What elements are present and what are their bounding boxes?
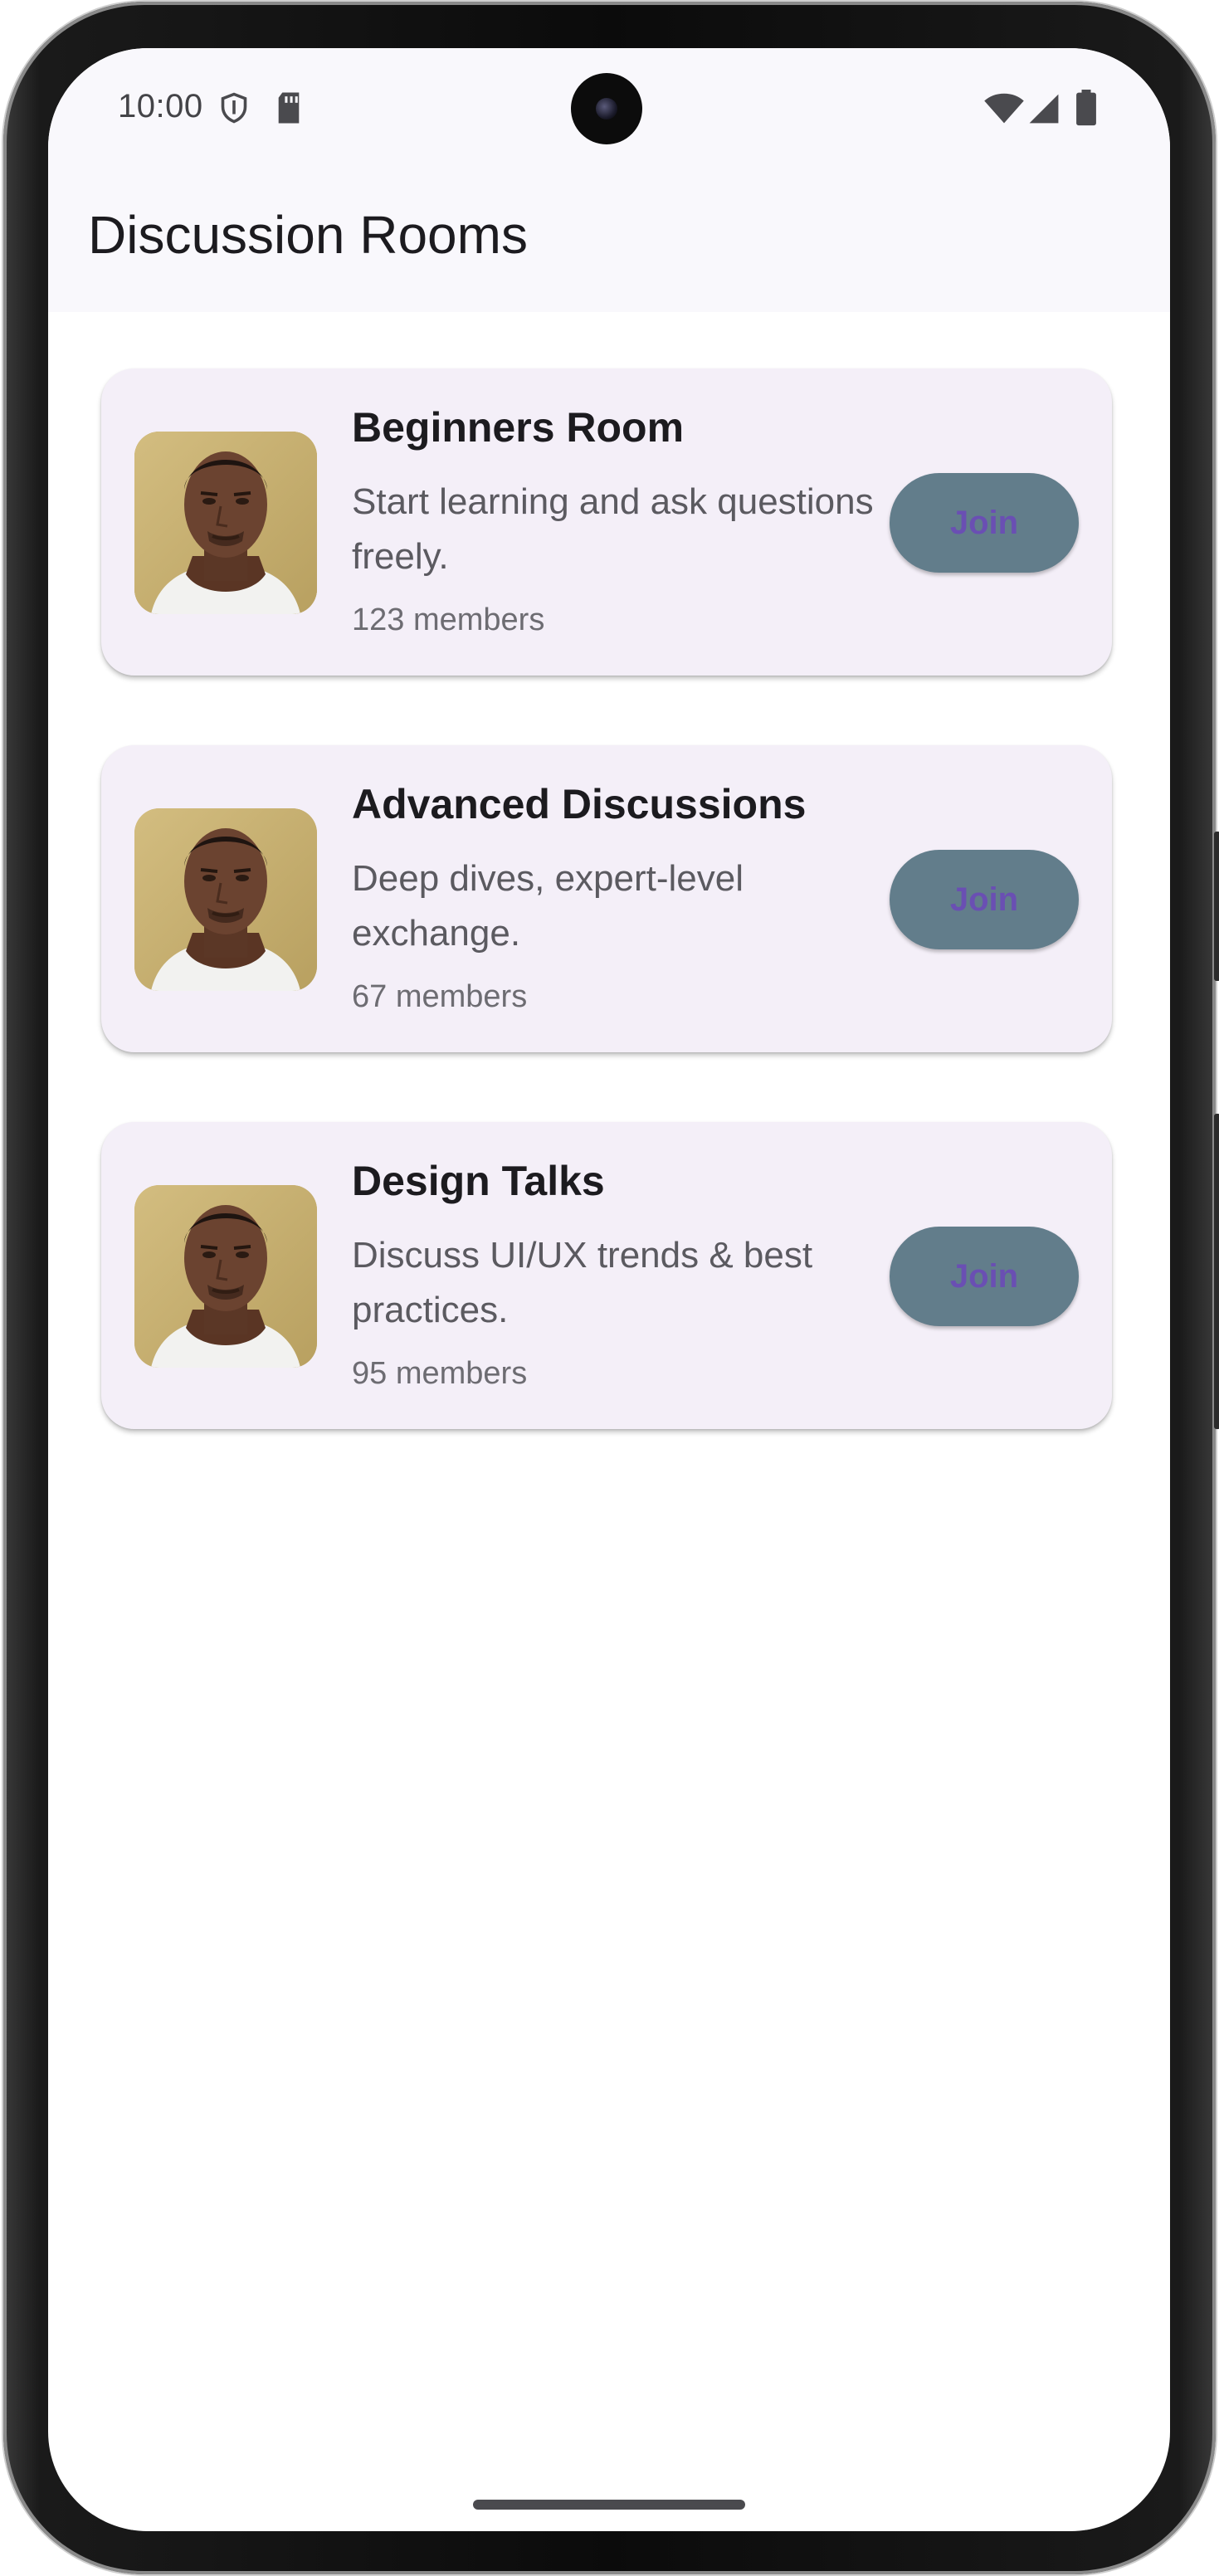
phone-device: 10:00 Discussion Rooms Beginners Room St… [0,0,1219,2576]
room-description: Discuss UI/UX trends & best practices. [352,1235,813,1330]
status-time: 10:00 [118,88,203,124]
room-name: Advanced Discussions [352,781,807,827]
top-app-bar: 10:00 Discussion Rooms [48,48,1170,312]
room-name: Beginners Room [352,404,685,451]
room-member-count: 67 members [352,979,528,1014]
room-description: Deep dives, expert-level exchange. [352,858,744,954]
signal-icon [1027,93,1061,129]
room-description: Start learning and ask questions freely. [352,481,874,577]
page-title: Discussion Rooms [88,205,528,265]
room-member-count: 123 members [352,603,545,637]
join-button[interactable]: Join [890,850,1079,949]
screen: 10:00 Discussion Rooms Beginners Room St… [48,48,1170,2531]
home-indicator[interactable] [473,2500,745,2510]
shield-icon [219,91,249,129]
room-card[interactable]: Beginners Room Start learning and ask qu… [101,368,1112,676]
room-avatar [134,432,317,614]
room-member-count: 95 members [352,1356,528,1391]
volume-button [1214,832,1219,981]
power-button [1214,1114,1219,1429]
room-name: Design Talks [352,1158,605,1204]
room-card[interactable]: Advanced Discussions Deep dives, expert-… [101,745,1112,1052]
join-button[interactable]: Join [890,1227,1079,1326]
room-avatar [134,808,317,991]
room-card[interactable]: Design Talks Discuss UI/UX trends & best… [101,1122,1112,1429]
sd-card-icon [275,91,302,129]
room-avatar [134,1185,317,1368]
battery-icon [1075,90,1097,130]
wifi-icon [984,93,1024,129]
front-camera [571,73,642,144]
join-button[interactable]: Join [890,473,1079,573]
